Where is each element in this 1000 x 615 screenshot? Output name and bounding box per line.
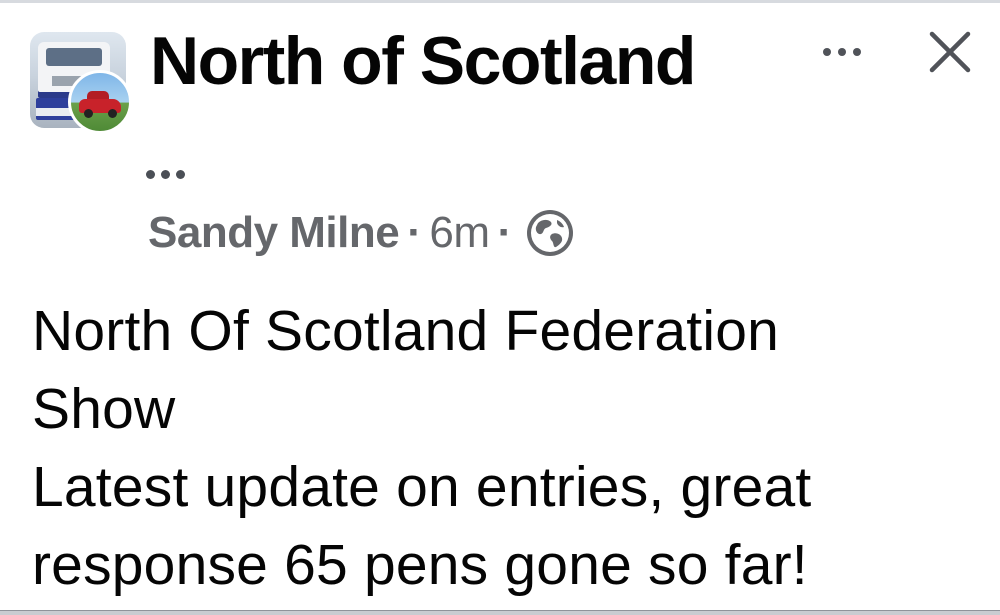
post-line: Latest update on entries, great (32, 455, 812, 519)
close-icon (929, 31, 971, 73)
post-view: North of Scotland Sandy Milne · 6m · Nor… (0, 0, 1000, 615)
meta-separator: · (497, 208, 513, 257)
author-avatar[interactable] (68, 70, 132, 134)
post-time[interactable]: 6m (429, 208, 490, 258)
post-more-icon[interactable] (146, 164, 185, 184)
group-name[interactable]: North of Scotland (150, 20, 696, 102)
more-horizontal-icon (823, 48, 861, 56)
post-line: response 65 pens gone so far! (32, 533, 808, 597)
globe-icon (524, 207, 576, 259)
meta-separator: · (407, 208, 422, 257)
post-line: Show (32, 377, 176, 441)
close-button[interactable] (922, 24, 978, 80)
bottom-divider (0, 610, 1000, 615)
post-line: North Of Scotland Federation (32, 299, 779, 363)
post-meta: Sandy Milne · 6m · (148, 200, 576, 266)
top-divider (0, 0, 1000, 3)
more-options-button[interactable] (812, 30, 872, 74)
author-name[interactable]: Sandy Milne (148, 208, 400, 258)
post-text: North Of Scotland Federation Show Latest… (32, 292, 982, 604)
